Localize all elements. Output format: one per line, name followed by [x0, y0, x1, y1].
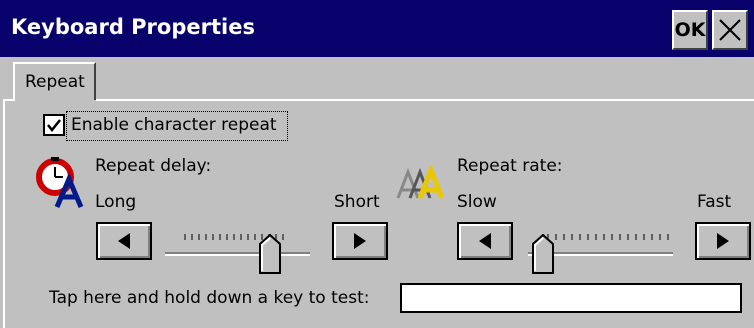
- repeat-rate-slider[interactable]: [528, 226, 673, 274]
- close-icon: [719, 19, 741, 41]
- rate-slow-label: Slow: [457, 192, 497, 212]
- right-arrow-icon: [354, 233, 366, 249]
- repeat-rate-icon: [396, 166, 445, 199]
- title-bar: Keyboard Properties OK: [0, 0, 754, 60]
- checkmark-icon: [47, 119, 61, 133]
- left-arrow-icon: [118, 233, 130, 249]
- right-arrow-icon: [717, 233, 729, 249]
- delay-decrease-button[interactable]: [96, 222, 152, 260]
- tab-repeat[interactable]: Repeat: [13, 62, 96, 100]
- enable-repeat-checkbox[interactable]: [43, 114, 65, 136]
- rate-decrease-button[interactable]: [457, 222, 513, 260]
- test-input[interactable]: [400, 283, 742, 313]
- test-label: Tap here and hold down a key to test:: [49, 288, 370, 308]
- rate-increase-button[interactable]: [695, 222, 751, 260]
- ok-button[interactable]: OK: [672, 10, 708, 50]
- delay-short-label: Short: [334, 192, 380, 212]
- repeat-rate-label: Repeat rate:: [457, 156, 563, 176]
- close-button[interactable]: [712, 10, 748, 50]
- enable-repeat-label[interactable]: Enable character repeat: [71, 115, 277, 135]
- window-title: Keyboard Properties: [11, 15, 255, 39]
- repeat-delay-label: Repeat delay:: [95, 156, 212, 176]
- tab-panel-border: [96, 99, 754, 101]
- repeat-delay-slider[interactable]: [165, 226, 310, 274]
- delay-long-label: Long: [95, 192, 137, 212]
- repeat-delay-icon: [36, 157, 84, 208]
- delay-increase-button[interactable]: [332, 222, 388, 260]
- rate-slider-thumb[interactable]: [532, 234, 554, 274]
- tab-panel-border-left: [3, 99, 5, 328]
- delay-slider-ticks: [184, 234, 284, 240]
- left-arrow-icon: [479, 233, 491, 249]
- rate-fast-label: Fast: [697, 192, 732, 212]
- delay-slider-thumb[interactable]: [259, 234, 281, 274]
- delay-slider-track: [165, 252, 310, 256]
- rate-slider-ticks: [547, 234, 669, 240]
